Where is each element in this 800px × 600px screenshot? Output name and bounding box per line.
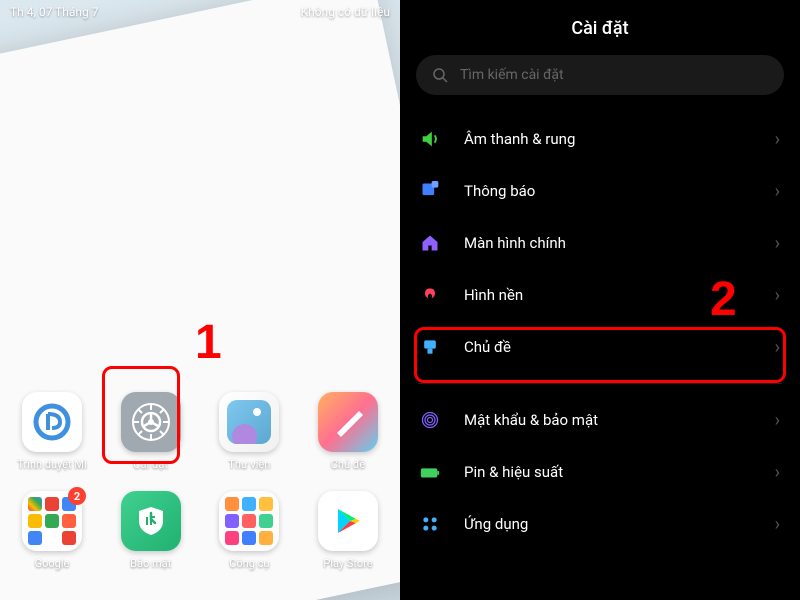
chevron-right-icon: › xyxy=(775,181,780,202)
settings-screen: Cài đặt Tìm kiếm cài đặt Âm thanh & rung… xyxy=(400,0,800,600)
apps-grid: Trình duyệt Mi Cài đặt Thư viện Chủ đề xyxy=(0,392,400,590)
settings-item-label: Pin & hiệu suất xyxy=(464,463,775,481)
settings-item-label: Âm thanh & rung xyxy=(464,130,775,148)
settings-item-label: Chủ đề xyxy=(464,338,775,356)
app-label: Play Store xyxy=(323,557,372,570)
chevron-right-icon: › xyxy=(775,129,780,150)
settings-item-password[interactable]: Mật khẩu & bảo mật › xyxy=(400,394,800,446)
home-screen: Th 4, 07 Tháng 7 Không có dữ liệu Trình … xyxy=(0,0,400,600)
app-tools-folder[interactable]: Công cụ xyxy=(209,491,289,570)
theme-setting-icon xyxy=(418,335,442,359)
settings-item-battery[interactable]: Pin & hiệu suất › xyxy=(400,446,800,498)
app-label: Thư viện xyxy=(228,458,270,471)
settings-item-homescreen[interactable]: Màn hình chính › xyxy=(400,217,800,269)
settings-title: Cài đặt xyxy=(400,0,800,55)
app-security[interactable]: Bảo mật xyxy=(111,491,191,570)
settings-item-label: Mật khẩu & bảo mật xyxy=(464,411,775,429)
app-theme[interactable]: Chủ đề xyxy=(308,392,388,471)
app-label: Công cụ xyxy=(229,557,269,570)
settings-list: Âm thanh & rung › Thông báo › Màn hình c… xyxy=(400,113,800,550)
app-label: Google xyxy=(35,557,70,570)
settings-item-wallpaper[interactable]: Hình nền › xyxy=(400,269,800,321)
settings-item-theme[interactable]: Chủ đề › xyxy=(400,321,800,373)
app-mi-browser[interactable]: Trình duyệt Mi xyxy=(12,392,92,471)
app-gallery[interactable]: Thư viện xyxy=(209,392,289,471)
app-settings[interactable]: Cài đặt xyxy=(111,392,191,471)
app-label: Cài đặt xyxy=(133,458,168,471)
chevron-right-icon: › xyxy=(775,233,780,254)
apps-row-2: 2 Google Bảo mật Công cụ xyxy=(12,491,388,570)
settings-item-sound[interactable]: Âm thanh & rung › xyxy=(400,113,800,165)
tools-folder-icon xyxy=(219,491,279,551)
settings-icon xyxy=(121,392,181,452)
search-icon xyxy=(432,67,448,83)
chevron-right-icon: › xyxy=(775,337,780,358)
status-date: Th 4, 07 Tháng 7 xyxy=(10,5,98,19)
status-bar: Th 4, 07 Tháng 7 Không có dữ liệu xyxy=(0,0,400,24)
app-playstore[interactable]: Play Store xyxy=(308,491,388,570)
divider xyxy=(418,383,782,384)
status-network: Không có dữ liệu xyxy=(301,5,390,19)
app-label: Bảo mật xyxy=(130,557,171,570)
chevron-right-icon: › xyxy=(775,462,780,483)
search-placeholder: Tìm kiếm cài đặt xyxy=(460,67,564,83)
playstore-icon xyxy=(318,491,378,551)
app-google-folder[interactable]: 2 Google xyxy=(12,491,92,570)
settings-item-label: Hình nền xyxy=(464,286,775,304)
mi-browser-icon xyxy=(22,392,82,452)
battery-icon xyxy=(418,460,442,484)
apps-row-1: Trình duyệt Mi Cài đặt Thư viện Chủ đề xyxy=(12,392,388,471)
apps-icon xyxy=(418,512,442,536)
wallpaper-icon xyxy=(418,283,442,307)
settings-item-apps[interactable]: Ứng dụng › xyxy=(400,498,800,550)
chevron-right-icon: › xyxy=(775,514,780,535)
google-folder-icon: 2 xyxy=(22,491,82,551)
gallery-icon xyxy=(219,392,279,452)
security-icon xyxy=(121,491,181,551)
home-icon xyxy=(418,231,442,255)
settings-item-label: Thông báo xyxy=(464,182,775,200)
app-label: Trình duyệt Mi xyxy=(17,458,86,471)
notification-icon xyxy=(418,179,442,203)
chevron-right-icon: › xyxy=(775,410,780,431)
settings-item-label: Màn hình chính xyxy=(464,234,775,252)
settings-item-notification[interactable]: Thông báo › xyxy=(400,165,800,217)
theme-icon xyxy=(318,392,378,452)
sound-icon xyxy=(418,127,442,151)
badge: 2 xyxy=(68,487,86,505)
chevron-right-icon: › xyxy=(775,285,780,306)
settings-item-label: Ứng dụng xyxy=(464,515,775,533)
app-label: Chủ đề xyxy=(331,458,365,471)
fingerprint-icon xyxy=(418,408,442,432)
search-bar[interactable]: Tìm kiếm cài đặt xyxy=(416,55,784,95)
